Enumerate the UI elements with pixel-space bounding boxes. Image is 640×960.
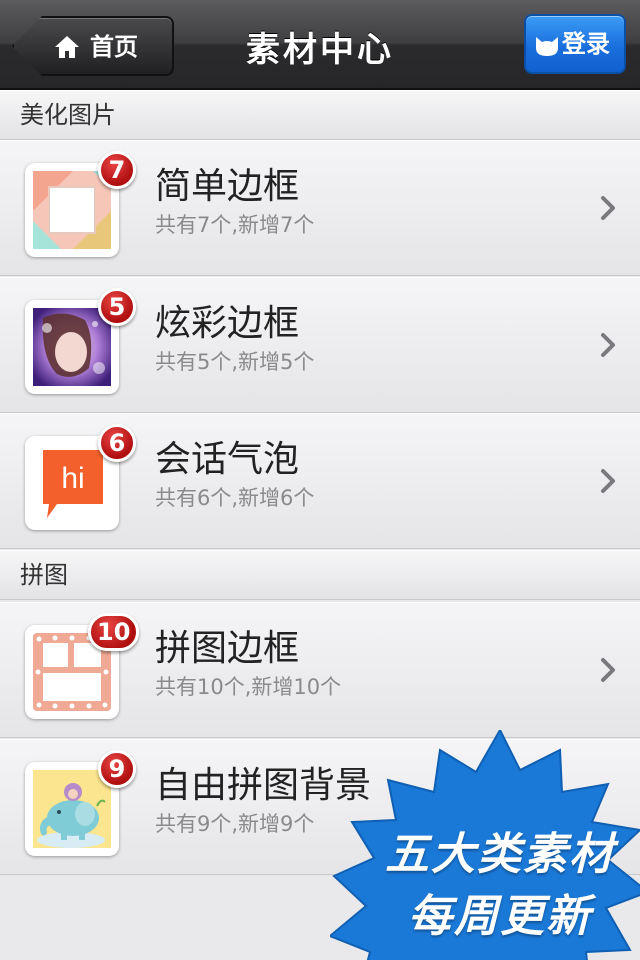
- chevron-right-icon: [601, 333, 615, 357]
- item-title: 简单边框: [155, 166, 300, 207]
- cat-face-icon: [536, 37, 558, 56]
- colorful-frame-photo-icon: [33, 308, 111, 386]
- speech-bubble-text: hi: [61, 462, 84, 495]
- elephant-background-icon: [33, 770, 111, 848]
- list-item-speech-bubble[interactable]: hi 6 会话气泡 共有6个,新增6个: [0, 413, 640, 549]
- nav-bar: 首页 素材中心 登录: [0, 0, 640, 90]
- app-root: 首页 素材中心 登录 美化图片 7 简单边框 共有7个,新增7个 5 炫彩边框 …: [0, 0, 640, 960]
- item-count-badge: 7: [98, 151, 136, 189]
- item-title: 拼图边框: [155, 628, 300, 669]
- list-item-colorful-frame[interactable]: 5 炫彩边框 共有5个,新增5个: [0, 277, 640, 413]
- item-count-badge: 9: [98, 750, 136, 788]
- item-subtitle: 共有5个,新增5个: [155, 350, 315, 374]
- item-count-badge: 6: [98, 424, 136, 462]
- list-item-collage-frame[interactable]: 10 拼图边框 共有10个,新增10个: [0, 602, 640, 738]
- item-title: 会话气泡: [155, 439, 300, 480]
- item-subtitle: 共有9个,新增9个: [155, 812, 315, 836]
- chevron-right-icon: [601, 469, 615, 493]
- item-count-badge: 10: [88, 613, 140, 651]
- item-count-badge: 5: [98, 288, 136, 326]
- promo-line-1: 五大类素材: [385, 829, 615, 880]
- list-item-simple-frame[interactable]: 7 简单边框 共有7个,新增7个: [0, 140, 640, 276]
- item-title: 炫彩边框: [155, 303, 300, 344]
- chevron-right-icon: [601, 658, 615, 682]
- promo-starburst-banner: 五大类素材 每周更新: [330, 730, 640, 960]
- section-header-collage: 拼图: [0, 550, 640, 600]
- item-subtitle: 共有10个,新增10个: [155, 675, 342, 699]
- promo-line-2: 每周更新: [408, 891, 592, 942]
- item-subtitle: 共有7个,新增7个: [155, 213, 315, 237]
- login-button[interactable]: 登录: [524, 14, 626, 74]
- item-subtitle: 共有6个,新增6个: [155, 486, 315, 510]
- chevron-right-icon: [601, 196, 615, 220]
- section-header-beautify: 美化图片: [0, 90, 640, 140]
- simple-frame-icon: [33, 171, 111, 249]
- speech-bubble-icon: hi: [43, 450, 103, 518]
- login-label: 登录: [562, 30, 610, 58]
